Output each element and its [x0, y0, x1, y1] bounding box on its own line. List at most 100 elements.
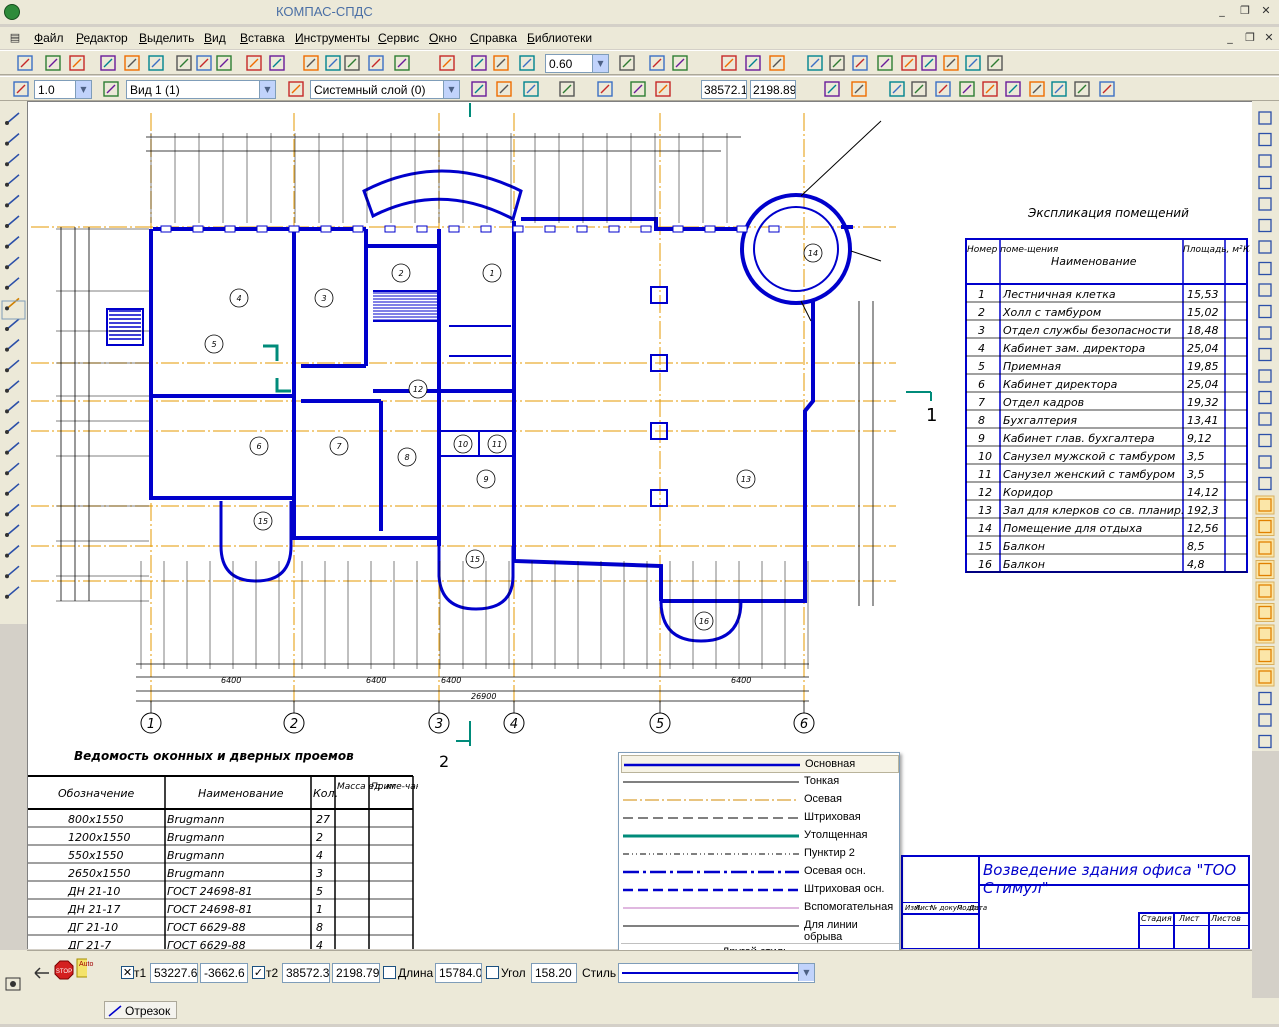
- toolbar-tool-icon[interactable]: [630, 81, 646, 97]
- toolbar-tool-icon[interactable]: [496, 81, 512, 97]
- toolbar-tool-icon[interactable]: [1005, 81, 1021, 97]
- document-icon[interactable]: ▤: [8, 31, 22, 45]
- toolbar-tool-icon[interactable]: [901, 55, 917, 71]
- line-style-item[interactable]: Осевая осн.: [621, 863, 899, 881]
- compact-tool-icon[interactable]: [5, 586, 20, 599]
- snap-tool-icon[interactable]: [1255, 646, 1275, 665]
- toolbar-tool-icon[interactable]: [745, 55, 761, 71]
- tab-segment[interactable]: Отрезок: [104, 1001, 178, 1019]
- close-icon[interactable]: ✕: [1259, 4, 1273, 18]
- toolbar-tool-icon[interactable]: [1099, 81, 1115, 97]
- snap-tool-icon[interactable]: [1258, 154, 1272, 168]
- compact-tool-icon[interactable]: [5, 441, 20, 455]
- compact-tool-icon[interactable]: [5, 565, 20, 579]
- snap-tool-icon[interactable]: [1258, 218, 1272, 233]
- toolbar-tool-icon[interactable]: [439, 55, 455, 71]
- toolbar-tool-icon[interactable]: [148, 55, 164, 71]
- t1-checkbox[interactable]: ✕: [121, 966, 134, 979]
- snap-tool-icon[interactable]: [1258, 369, 1272, 383]
- toolbar-tool-icon[interactable]: [721, 55, 737, 71]
- t2-y-field[interactable]: 2198.79: [332, 963, 380, 983]
- menu-select[interactable]: Выделить: [139, 31, 194, 45]
- line-style-item[interactable]: Штриховая: [621, 809, 899, 827]
- toolbar-tool-icon[interactable]: [344, 55, 360, 71]
- compact-tool-icon[interactable]: [5, 235, 20, 249]
- snap-tool-icon[interactable]: [1258, 261, 1272, 276]
- line-style-item[interactable]: Штриховая осн.: [621, 881, 899, 899]
- line-style-item[interactable]: Пунктир 2: [621, 845, 899, 863]
- coord-x-field[interactable]: 38572.1: [701, 80, 747, 99]
- compact-tool-icon[interactable]: [5, 338, 20, 352]
- toolbar-tool-icon[interactable]: [824, 81, 840, 97]
- toolbar-tool-icon[interactable]: [471, 81, 487, 97]
- toolbar-tool-icon[interactable]: [982, 81, 998, 97]
- compact-tool-icon[interactable]: [5, 380, 20, 393]
- style-combo[interactable]: ▼: [618, 963, 815, 983]
- compact-tool-icon[interactable]: [5, 318, 20, 331]
- snap-tool-icon[interactable]: [1258, 175, 1272, 190]
- toolbar-tool-icon[interactable]: [368, 55, 384, 71]
- zoom-combo[interactable]: 0.60 ▼: [545, 54, 609, 73]
- snap-tool-icon[interactable]: [1255, 603, 1275, 622]
- t1-x-field[interactable]: 53227.6: [150, 963, 198, 983]
- toolbar-tool-icon[interactable]: [519, 55, 535, 71]
- toolbar-tool-icon[interactable]: [649, 55, 665, 71]
- compact-tool-icon[interactable]: [5, 359, 20, 373]
- length-field[interactable]: 15784.0: [435, 963, 482, 983]
- line-style-item[interactable]: Утолщенная: [621, 827, 899, 845]
- snap-tool-icon[interactable]: [1255, 495, 1275, 515]
- snap-tool-icon[interactable]: [1255, 581, 1275, 601]
- line-style-item[interactable]: Тонкая: [621, 773, 899, 791]
- snap-tool-icon[interactable]: [1258, 734, 1272, 749]
- compact-tool-icon[interactable]: [5, 215, 20, 228]
- snap-tool-icon[interactable]: [1258, 304, 1272, 319]
- toolbar-tool-icon[interactable]: [1029, 81, 1045, 97]
- toolbar-tool-icon[interactable]: [1074, 81, 1090, 97]
- minimize-icon[interactable]: _: [1215, 4, 1229, 18]
- snap-tool-icon[interactable]: [1258, 326, 1272, 340]
- toolbar-tool-icon[interactable]: [829, 55, 845, 71]
- snap-tool-icon[interactable]: [1255, 624, 1275, 644]
- view-combo[interactable]: Вид 1 (1) ▼: [126, 80, 276, 99]
- toolbar-tool-icon[interactable]: [523, 81, 539, 97]
- toolbar-tool-icon[interactable]: [124, 55, 140, 71]
- menu-help[interactable]: Справка: [470, 31, 517, 45]
- line-style-item[interactable]: Осевая: [621, 791, 899, 809]
- snap-tool-icon[interactable]: [1258, 433, 1272, 448]
- layer-combo[interactable]: Системный слой (0) ▼: [310, 80, 460, 99]
- toolbar-tool-icon[interactable]: [17, 55, 33, 71]
- toolbar-tool-icon[interactable]: [852, 55, 868, 71]
- toolbar-tool-icon[interactable]: [269, 55, 285, 71]
- menu-view[interactable]: Вид: [204, 31, 226, 45]
- toolbar-tool-icon[interactable]: [103, 81, 119, 97]
- toolbar-tool-icon[interactable]: [769, 55, 785, 71]
- t2-x-field[interactable]: 38572.3: [282, 963, 330, 983]
- toolbar-tool-icon[interactable]: [672, 55, 688, 71]
- chevron-down-icon[interactable]: ▼: [259, 81, 275, 98]
- doc-close-icon[interactable]: ✕: [1262, 31, 1276, 45]
- snap-tool-icon[interactable]: [1255, 517, 1275, 536]
- toolbar-tool-icon[interactable]: [597, 81, 613, 97]
- toolbar-tool-icon[interactable]: [100, 55, 116, 71]
- compact-tool-icon[interactable]: [5, 277, 20, 290]
- snap-tool-icon[interactable]: [1258, 132, 1272, 147]
- toolbar-tool-icon[interactable]: [921, 55, 937, 71]
- compact-tool-icon[interactable]: [5, 256, 20, 270]
- line-style-dropdown[interactable]: Основная Тонкая Осевая Штриховая Утолщенная П…: [618, 752, 900, 962]
- compact-tool-icon[interactable]: [5, 297, 20, 311]
- chevron-down-icon[interactable]: ▼: [443, 81, 459, 98]
- snap-tool-icon[interactable]: [1258, 197, 1272, 211]
- menu-insert[interactable]: Вставка: [240, 31, 285, 45]
- scale-combo[interactable]: 1.0 ▼: [34, 80, 92, 99]
- toolbar-tool-icon[interactable]: [45, 55, 61, 71]
- toolbar-tool-icon[interactable]: [325, 55, 341, 71]
- toolbar-tool-icon[interactable]: [935, 81, 951, 97]
- snap-tool-icon[interactable]: [1255, 560, 1275, 579]
- compact-tool-icon[interactable]: [5, 132, 20, 146]
- menu-file[interactable]: Файл: [34, 31, 64, 45]
- snap-tool-icon[interactable]: [1258, 240, 1272, 254]
- chevron-down-icon[interactable]: ▼: [75, 81, 91, 98]
- toolbar-tool-icon[interactable]: [303, 55, 319, 71]
- toolbar-tool-icon[interactable]: [13, 81, 29, 97]
- t2-checkbox[interactable]: ✓: [252, 966, 265, 979]
